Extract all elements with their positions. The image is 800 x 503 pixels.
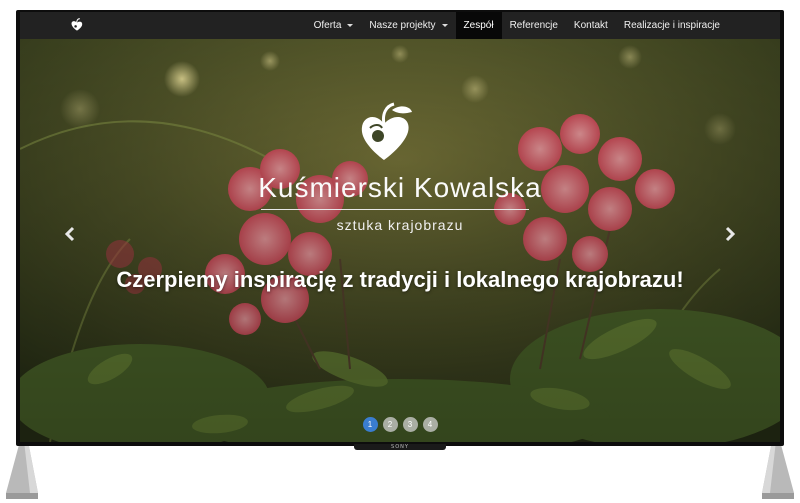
- chevron-right-icon[interactable]: [722, 226, 738, 242]
- nav-item-label: Referencje: [509, 20, 558, 31]
- nav-item-label: Kontakt: [573, 20, 608, 31]
- nav-item-realizacje[interactable]: Realizacje i inspiracje: [616, 12, 728, 39]
- browser-screen: Oferta Nasze projekty Zespół Referencje …: [20, 12, 780, 442]
- tv-frame: Oferta Nasze projekty Zespół Referencje …: [16, 10, 784, 446]
- nav-item-referencje[interactable]: Referencje: [502, 12, 566, 39]
- caret-down-icon: [441, 24, 448, 27]
- main-nav: Oferta Nasze projekty Zespół Referencje …: [306, 12, 728, 39]
- nav-item-zespol[interactable]: Zespół: [455, 12, 502, 39]
- tv-brand-label: SONY: [391, 444, 409, 450]
- hero-background-image: [20, 39, 780, 442]
- hero-brand-title: Kuśmierski Kowalska: [258, 172, 542, 203]
- carousel-indicator-4[interactable]: 4: [422, 417, 438, 432]
- nav-item-nasze-projekty[interactable]: Nasze projekty: [361, 12, 455, 39]
- nav-item-label: Nasze projekty: [369, 20, 436, 31]
- nav-item-label: Realizacje i inspiracje: [623, 20, 720, 31]
- hero-brand-subtitle: sztuka krajobrazu: [336, 217, 464, 233]
- tv-stand-right-leg: [762, 441, 794, 499]
- tv-base: SONY: [354, 444, 446, 450]
- nav-item-oferta[interactable]: Oferta: [306, 12, 362, 39]
- nav-item-kontakt[interactable]: Kontakt: [566, 12, 616, 39]
- heart-fruit-logo-icon[interactable]: [70, 18, 84, 32]
- carousel-indicator-1[interactable]: 1: [362, 417, 378, 432]
- heart-fruit-logo-icon: [361, 102, 412, 160]
- caret-down-icon: [347, 24, 354, 27]
- divider: [261, 209, 529, 210]
- carousel-indicators: 1 2 3 4: [20, 417, 780, 432]
- nav-item-label: Zespół: [463, 20, 494, 31]
- tv-stand-left-leg: [6, 441, 38, 499]
- carousel-indicator-2[interactable]: 2: [382, 417, 398, 432]
- carousel-indicator-3[interactable]: 3: [402, 417, 418, 432]
- hero-tagline: Czerpiemy inspirację z tradycji i lokaln…: [116, 267, 684, 292]
- nav-item-label: Oferta: [313, 20, 342, 31]
- chevron-left-icon[interactable]: [62, 226, 78, 242]
- top-navbar: Oferta Nasze projekty Zespół Referencje …: [20, 12, 780, 39]
